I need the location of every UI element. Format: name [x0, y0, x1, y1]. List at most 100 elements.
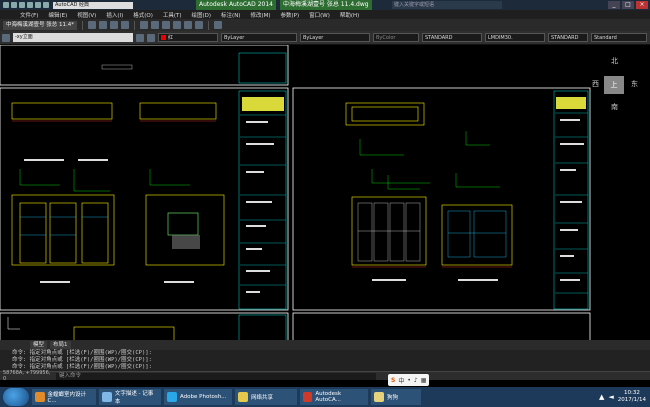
color-swatch [161, 35, 166, 40]
properties-icon[interactable] [140, 21, 148, 29]
zoom-previous-icon[interactable] [121, 21, 129, 29]
document-tab[interactable]: 中海梅溪湖壹号 张总 11.4* [3, 20, 77, 30]
menu-window[interactable]: 窗口(W) [309, 11, 330, 19]
viewcube-south[interactable]: 南 [611, 102, 618, 112]
document-title: 中海梅溪湖壹号 张总 11.4.dwg [279, 0, 372, 10]
ime-mode[interactable]: 中 [398, 376, 404, 385]
calculator-icon[interactable] [195, 21, 203, 29]
viewcube-west[interactable]: 西 [592, 79, 599, 89]
maximize-button[interactable]: □ [622, 1, 634, 9]
markup-icon[interactable] [184, 21, 192, 29]
menu-file[interactable]: 文件(F) [20, 11, 38, 19]
drawing-canvas[interactable]: 北 西 上 东 南 [0, 45, 650, 340]
app-icon [374, 392, 384, 402]
zoom-window-icon[interactable] [110, 21, 118, 29]
taskbar-item[interactable]: 网络共享 [235, 389, 297, 405]
viewcube-north[interactable]: 北 [611, 56, 618, 66]
command-history-line: 命令: 指定对角点或 [栏选(F)/圈围(WP)/圈交(CP)]: [12, 364, 152, 370]
ime-punct-icon[interactable]: • [407, 377, 411, 384]
close-button[interactable]: × [636, 1, 648, 9]
clock[interactable]: 10:32 2017/1/14 [618, 390, 646, 404]
menu-help[interactable]: 帮助(H) [340, 11, 359, 19]
layer-manager-icon[interactable] [2, 33, 10, 42]
zoom-icon[interactable] [99, 21, 107, 29]
table-style-select[interactable]: STANDARD [548, 33, 588, 42]
save-icon[interactable] [27, 2, 33, 8]
window-controls: _ □ × [608, 1, 648, 9]
ime-logo-icon: S [391, 376, 396, 384]
undo-icon[interactable] [35, 2, 41, 8]
app-icon [303, 392, 313, 402]
start-button[interactable] [3, 388, 29, 406]
menu-modify[interactable]: 修改(M) [250, 11, 270, 19]
workspace-select[interactable]: AutoCAD 经典 [53, 1, 133, 9]
linetype-select[interactable]: ByLayer [221, 33, 297, 42]
viewcube-east[interactable]: 东 [631, 79, 638, 89]
layer-previous-icon[interactable] [147, 33, 155, 42]
taskbar-item-label: 文字描述 - 记事本 [114, 391, 154, 405]
app-icon [102, 392, 112, 402]
ime-mic-icon[interactable]: ♪ [414, 377, 418, 384]
make-current-icon[interactable] [136, 33, 144, 42]
dim-style-select[interactable]: LMDIM30. [485, 33, 545, 42]
open-icon[interactable] [19, 2, 25, 8]
tool-palette-icon[interactable] [162, 21, 170, 29]
title-bar: AutoCAD 经典 Autodesk AutoCAD 2014 中海梅溪湖壹号… [0, 0, 650, 10]
window-title: Autodesk AutoCAD 2014 中海梅溪湖壹号 张总 11.4.dw… [196, 0, 372, 10]
viewcube-top-face[interactable]: 上 [604, 76, 624, 94]
command-window: 命令: 指定对角点或 [栏选(F)/圈围(WP)/圈交(CP)]: 命令: 指定… [0, 350, 650, 382]
color-select[interactable]: 红 [158, 33, 218, 42]
menu-tools[interactable]: 工具(T) [163, 11, 182, 19]
volume-icon[interactable]: ◄ [608, 393, 613, 401]
minimize-button[interactable]: _ [608, 1, 620, 9]
pan-icon[interactable] [88, 21, 96, 29]
menu-bar: 文件(F) 编辑(E) 视图(V) 插入(I) 格式(O) 工具(T) 绘图(D… [0, 10, 650, 19]
sheet-set-icon[interactable] [173, 21, 181, 29]
menu-format[interactable]: 格式(O) [133, 11, 153, 19]
plotstyle-select[interactable]: ByColor [373, 33, 419, 42]
new-icon[interactable] [11, 2, 17, 8]
text-style-select[interactable]: STANDARD [422, 33, 482, 42]
taskbar-item-label: 狗狗 [387, 395, 399, 401]
network-icon[interactable]: ▲ [599, 393, 604, 401]
redo-icon[interactable] [43, 2, 49, 8]
command-history-line: 命令: 指定对角点或 [栏选(F)/圈围(WP)/圈交(CP)]: [12, 357, 152, 363]
taskbar-item[interactable]: 文字描述 - 记事本 [99, 389, 161, 405]
lineweight-select[interactable]: ByLayer [300, 33, 370, 42]
properties-toolbar: -xy立面 红 ByLayer ByLayer ByColor STANDARD… [0, 31, 650, 45]
menu-draw[interactable]: 绘图(D) [192, 11, 212, 19]
menu-view[interactable]: 视图(V) [77, 11, 96, 19]
command-history-line: 命令: 指定对角点或 [栏选(F)/圈围(WP)/圈交(CP)]: [12, 350, 152, 356]
menu-insert[interactable]: 插入(I) [106, 11, 123, 19]
clock-time: 10:32 [623, 390, 640, 396]
taskbar-item[interactable]: 狗狗 [371, 389, 421, 405]
design-center-icon[interactable] [151, 21, 159, 29]
taskbar-item[interactable]: 金螳螂室内设计C... [32, 389, 96, 405]
sheet-left [0, 45, 289, 311]
app-icon [35, 392, 45, 402]
ime-toolbar[interactable]: S 中 • ♪ ▦ [388, 374, 430, 386]
app-menu-icon[interactable] [3, 2, 9, 8]
taskbar-item-label: Adobe Photosh... [180, 394, 227, 400]
command-input[interactable]: 键入命令 [56, 372, 376, 380]
ime-keyboard-icon[interactable]: ▦ [421, 377, 427, 384]
tab-model[interactable]: 模型 [30, 341, 48, 349]
viewcube[interactable]: 北 西 上 东 南 [591, 56, 643, 118]
layout-tabs: 模型 布局1 [0, 340, 650, 350]
menu-dimension[interactable]: 标注(N) [221, 11, 240, 19]
help-icon[interactable] [214, 21, 222, 29]
taskbar-item-label: 金螳螂室内设计C... [47, 392, 87, 404]
layer-select[interactable]: -xy立面 [13, 33, 133, 42]
clock-date: 2017/1/14 [617, 397, 646, 403]
search-input[interactable]: 键入关键字或短语 [392, 1, 502, 9]
drawing-sheets [0, 45, 591, 340]
taskbar-item[interactable]: Autodesk AutoCA... [300, 389, 368, 405]
quick-access-toolbar [0, 2, 49, 8]
system-tray: ▲ ◄ 10:32 2017/1/14 [599, 387, 650, 407]
multileader-style-select[interactable]: Standard [591, 33, 647, 42]
menu-edit[interactable]: 编辑(E) [48, 11, 67, 19]
menu-parametric[interactable]: 参数(P) [281, 11, 300, 19]
app-icon [238, 392, 248, 402]
tab-layout1[interactable]: 布局1 [50, 341, 71, 349]
taskbar-item[interactable]: Adobe Photosh... [164, 389, 232, 405]
